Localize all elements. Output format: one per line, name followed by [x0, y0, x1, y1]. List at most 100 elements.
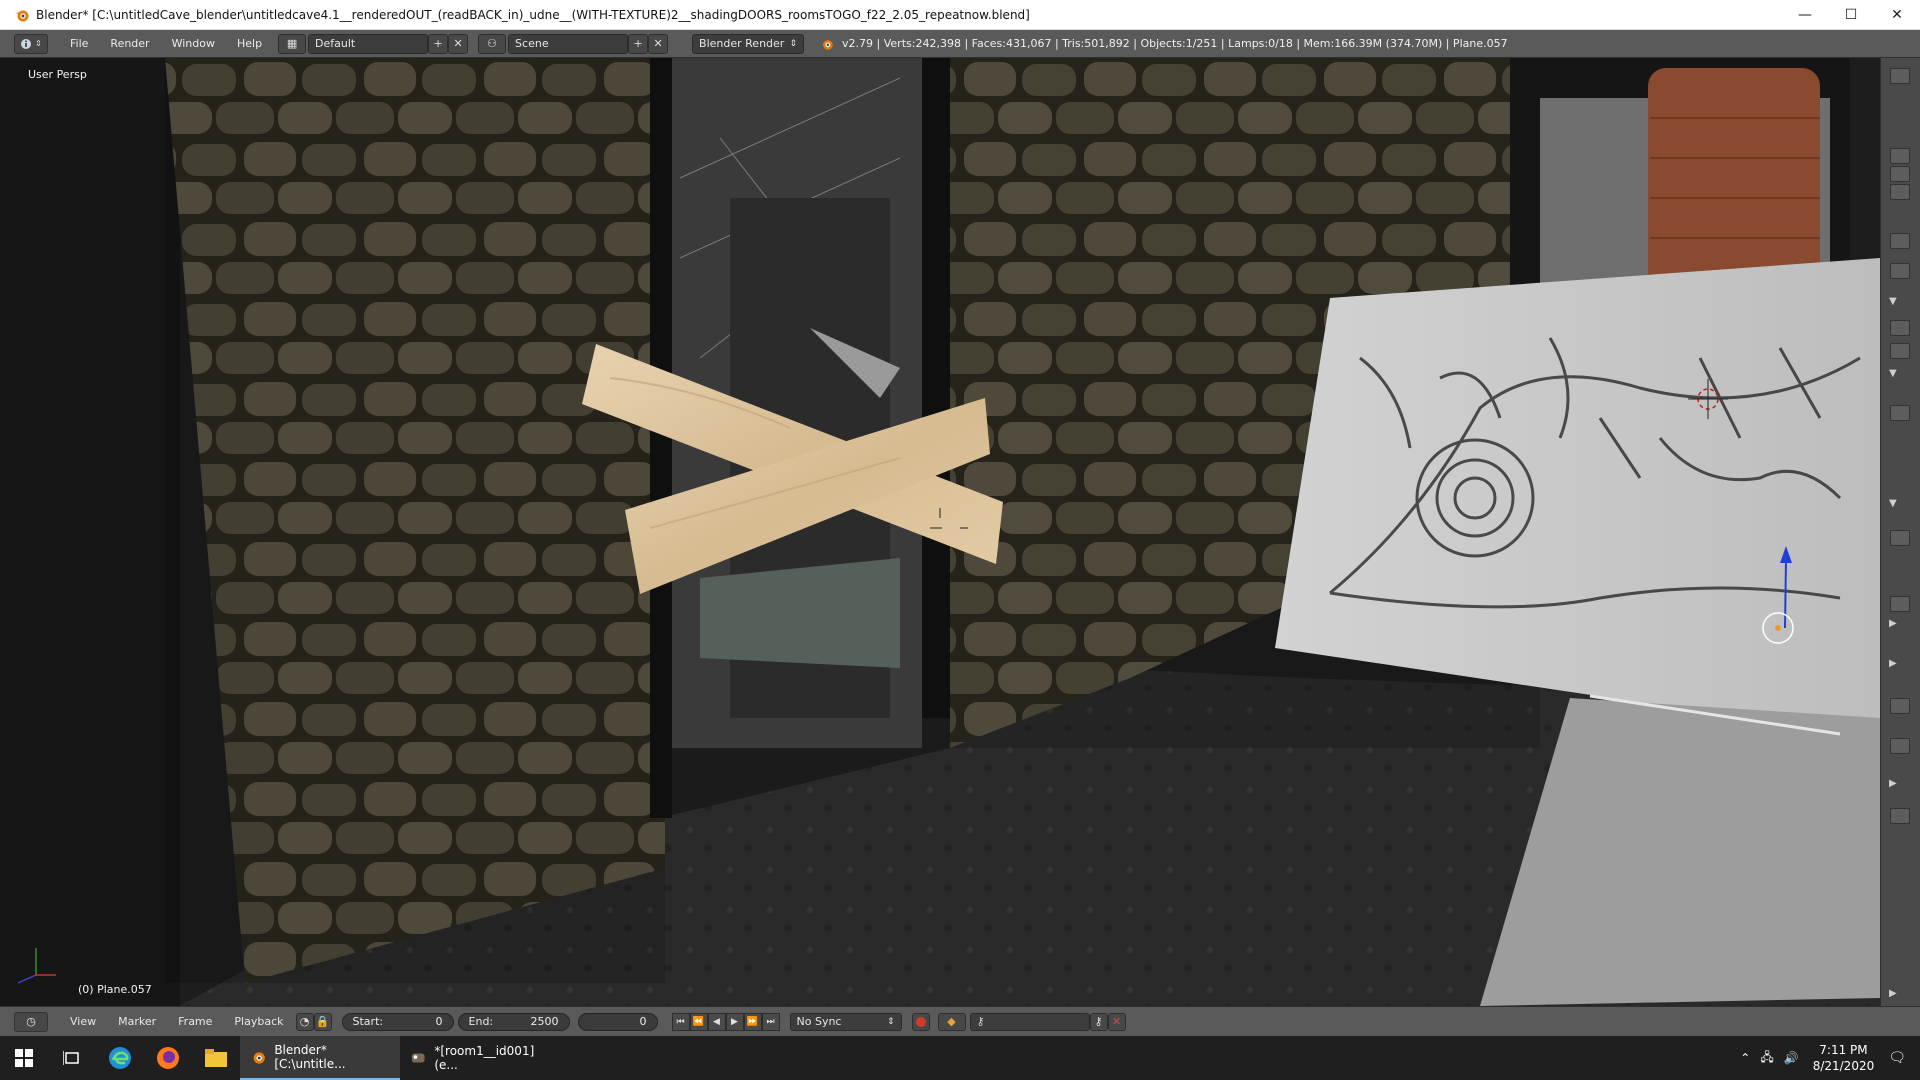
system-tray: ⌃ 🖧 🔊 7:11 PM 8/21/2020 🗨 — [1740, 1036, 1920, 1080]
bone-tab[interactable] — [1890, 738, 1910, 754]
shading-tab[interactable] — [1890, 808, 1910, 824]
taskbar-file-explorer[interactable] — [192, 1036, 240, 1080]
menu-view[interactable]: View — [70, 1015, 96, 1028]
start-frame-label: Start: — [352, 1015, 384, 1028]
delete-keyframe-icon[interactable]: ✕ — [1107, 1012, 1126, 1031]
modifier-tab[interactable] — [1890, 263, 1910, 279]
info-icon — [21, 38, 32, 49]
menu-file[interactable]: File — [70, 37, 88, 50]
3d-viewport[interactable]: User Persp (0) Plane.057 — [0, 58, 1880, 1006]
expand-arrow-icon[interactable]: ▶ — [1889, 618, 1897, 629]
blender-logo-icon — [253, 1052, 265, 1064]
add-layout-icon[interactable]: + — [428, 33, 449, 54]
add-scene-icon[interactable]: + — [628, 33, 649, 54]
scene-value: Scene — [515, 37, 549, 50]
key-icon: ⚷ — [976, 1015, 985, 1028]
scene-icon[interactable]: ⚇ — [478, 33, 507, 54]
render-layer-tab[interactable] — [1890, 148, 1910, 164]
menu-playback[interactable]: Playback — [234, 1015, 283, 1028]
start-frame-field[interactable]: Start: 0 — [341, 1012, 454, 1031]
taskbar-task-gimp[interactable]: *[room1__id001] (e... — [400, 1036, 560, 1080]
texture-tab[interactable] — [1890, 343, 1910, 359]
remove-scene-icon[interactable]: ✕ — [648, 33, 669, 54]
collapse-arrow-icon[interactable]: ▼ — [1889, 296, 1897, 307]
active-object-label: (0) Plane.057 — [78, 983, 152, 996]
remove-layout-icon[interactable]: ✕ — [448, 33, 469, 54]
tray-chevron-icon[interactable]: ⌃ — [1740, 1051, 1750, 1065]
next-keyframe-button[interactable]: ⏩ — [743, 1012, 762, 1031]
timeline-editor-type-button[interactable]: ◷ — [14, 1011, 48, 1032]
screen-layout-field[interactable]: Default — [308, 33, 429, 54]
collapse-arrow-icon[interactable]: ▼ — [1889, 498, 1897, 509]
sync-mode-value: No Sync — [796, 1015, 842, 1028]
preview-range-icon[interactable]: ◔ — [295, 1012, 314, 1031]
prev-keyframe-button[interactable]: ⏪ — [689, 1012, 708, 1031]
expand-arrow-icon[interactable]: ▶ — [1889, 778, 1897, 789]
volume-icon[interactable]: 🔊 — [1784, 1051, 1799, 1065]
menu-render[interactable]: Render — [110, 37, 149, 50]
network-icon[interactable]: 🖧 — [1760, 1048, 1773, 1069]
physics-tab[interactable] — [1890, 405, 1910, 421]
expand-arrow-icon[interactable]: ▶ — [1889, 658, 1897, 669]
insert-keyframe-icon[interactable]: ⚷ — [1089, 1012, 1108, 1031]
particles-tab[interactable] — [1890, 698, 1910, 714]
taskbar-firefox[interactable] — [144, 1036, 192, 1080]
menu-frame[interactable]: Frame — [178, 1015, 212, 1028]
clock-time: 7:11 PM — [1819, 1043, 1868, 1057]
scene-tab[interactable] — [1890, 166, 1910, 182]
windows-logo-icon — [15, 1049, 33, 1067]
play-button[interactable]: ▶ — [725, 1012, 744, 1031]
lock-icon[interactable]: 🔒 — [313, 1012, 332, 1031]
chevron-updown-icon: ⇕ — [35, 39, 42, 48]
scene-field[interactable]: Scene — [508, 33, 629, 54]
taskbar-task-blender[interactable]: Blender* [C:\untitle... — [240, 1036, 400, 1080]
current-frame-field[interactable]: 0 — [577, 1012, 658, 1031]
task-view-icon — [63, 1051, 79, 1065]
jump-start-button[interactable]: ⏮ — [671, 1012, 690, 1031]
properties-tool-strip: ▼ ▼ ▼ ▶ ▶ ▶ ▶ — [1880, 58, 1920, 1006]
chevron-updown-icon: ⇕ — [789, 38, 798, 49]
close-button[interactable]: ✕ — [1874, 0, 1920, 30]
taskbar-task-label: *[room1__id001] (e... — [434, 1044, 535, 1072]
blender-logo-icon — [823, 39, 833, 50]
task-view-button[interactable] — [48, 1036, 96, 1080]
play-reverse-button[interactable]: ◀ — [707, 1012, 726, 1031]
properties-tab[interactable] — [1890, 68, 1910, 84]
chevron-updown-icon: ⇕ — [886, 1016, 895, 1027]
menu-help[interactable]: Help — [237, 37, 262, 50]
object-tab[interactable] — [1890, 233, 1910, 249]
info-header: ⇕ File Render Window Help ▦ Default + ✕ … — [0, 30, 1920, 58]
notification-icon[interactable]: 🗨 — [1888, 1050, 1906, 1066]
keying-set-button[interactable]: ◆ — [937, 1012, 966, 1031]
start-frame-value: 0 — [435, 1015, 443, 1028]
menu-marker[interactable]: Marker — [118, 1015, 156, 1028]
windows-taskbar: Blender* [C:\untitle... *[room1__id001] … — [0, 1036, 1920, 1080]
start-button[interactable] — [0, 1036, 48, 1080]
viewport-render — [0, 58, 1880, 1006]
current-frame-value: 0 — [639, 1015, 647, 1028]
expand-arrow-icon[interactable]: ▶ — [1889, 988, 1897, 999]
material-tab[interactable] — [1890, 320, 1910, 336]
world-tab[interactable] — [1890, 184, 1910, 200]
window-title: Blender* [C:\untitledCave_blender\untitl… — [36, 7, 1030, 22]
screen-layout-icon[interactable]: ▦ — [278, 33, 307, 54]
keying-set-field[interactable]: ⚷ — [969, 1012, 1090, 1031]
minimize-button[interactable]: — — [1782, 0, 1828, 30]
editor-type-button[interactable]: ⇕ — [14, 33, 48, 54]
end-frame-value: 2500 — [530, 1015, 559, 1028]
system-clock[interactable]: 7:11 PM 8/21/2020 — [1813, 1042, 1875, 1074]
constraint-tab[interactable] — [1890, 530, 1910, 546]
sync-mode-select[interactable]: No Sync ⇕ — [789, 1012, 902, 1031]
data-tab[interactable] — [1890, 596, 1910, 612]
menu-window[interactable]: Window — [172, 37, 215, 50]
blender-logo-icon — [15, 10, 29, 21]
timeline-header: ◷ View Marker Frame Playback ◔ 🔒 Start: … — [0, 1006, 1920, 1036]
jump-end-button[interactable]: ⏭ — [761, 1012, 780, 1031]
maximize-button[interactable]: ☐ — [1828, 0, 1874, 30]
collapse-arrow-icon[interactable]: ▼ — [1889, 368, 1897, 379]
render-engine-select[interactable]: Blender Render ⇕ — [692, 33, 805, 54]
end-frame-field[interactable]: End: 2500 — [457, 1012, 570, 1031]
taskbar-edge[interactable] — [96, 1036, 144, 1080]
record-button[interactable] — [911, 1012, 930, 1031]
keyframe-icon: ◆ — [947, 1015, 956, 1028]
